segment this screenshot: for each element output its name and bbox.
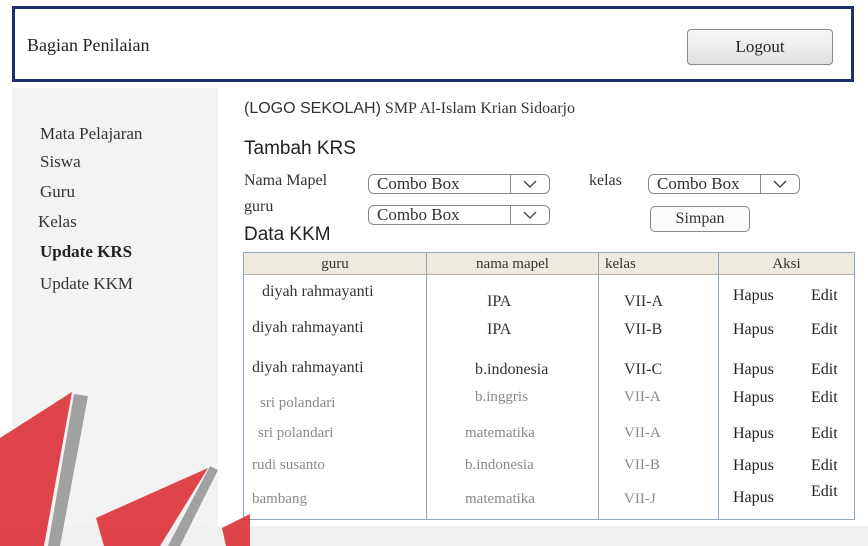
kelas-label: kelas <box>589 172 622 189</box>
table-cell-guru: diyah rahmayanti <box>252 359 364 376</box>
guru-label: guru <box>244 198 274 215</box>
sidebar-item-kelas[interactable]: Kelas <box>38 212 77 232</box>
chevron-down-icon <box>510 175 549 193</box>
data-table: guru diyah rahmayanti diyah rahmayanti d… <box>243 252 855 520</box>
table-cell-mapel: IPA <box>487 321 512 338</box>
sidebar-item-update-krs[interactable]: Update KRS <box>40 242 132 262</box>
table-cell-mapel: b.inggris <box>475 389 528 405</box>
table-cell-guru: bambang <box>252 491 307 507</box>
nama-mapel-value: Combo Box <box>377 174 460 193</box>
column-header-kelas: kelas <box>599 253 718 275</box>
column-guru: guru diyah rahmayanti diyah rahmayanti d… <box>244 253 426 519</box>
edit-button[interactable]: Edit <box>811 389 838 407</box>
table-cell-kelas: VII-A <box>624 425 661 441</box>
school-heading: (LOGO SEKOLAH) SMP Al-Islam Krian Sidoar… <box>244 100 575 118</box>
table-cell-mapel: b.indonesia <box>475 361 549 378</box>
column-kelas: kelas VII-A VII-B VII-C VII-A VII-A VII-… <box>598 253 718 519</box>
table-cell-guru: diyah rahmayanti <box>252 319 364 336</box>
edit-button[interactable]: Edit <box>811 361 838 379</box>
table-cell-kelas: VII-B <box>624 321 663 338</box>
table-cell-guru: diyah rahmayanti <box>262 283 374 300</box>
hapus-button[interactable]: Hapus <box>733 389 774 407</box>
header-bar: Bagian Penilaian Logout <box>12 6 854 82</box>
page-title: Bagian Penilaian <box>27 35 150 55</box>
chevron-down-icon <box>760 175 799 193</box>
sidebar-item-guru[interactable]: Guru <box>40 182 75 202</box>
column-header-aksi: Aksi <box>719 253 854 275</box>
school-name: SMP Al-Islam Krian Sidoarjo <box>384 100 575 117</box>
table-cell-mapel: matematika <box>465 491 535 507</box>
sidebar-item-mata-pelajaran[interactable]: Mata Pelajaran <box>40 124 142 144</box>
nama-mapel-label: Nama Mapel <box>244 172 328 189</box>
kelas-select[interactable]: Combo Box <box>648 174 800 194</box>
hapus-button[interactable]: Hapus <box>733 425 774 443</box>
table-cell-kelas: VII-J <box>624 491 656 507</box>
column-aksi: Aksi Hapus Edit Hapus Edit Hapus Edit Ha… <box>718 253 854 519</box>
edit-button[interactable]: Edit <box>811 287 838 305</box>
hapus-button[interactable]: Hapus <box>733 489 774 507</box>
sidebar-item-update-kkm[interactable]: Update KKM <box>40 274 133 294</box>
kelas-value: Combo Box <box>657 174 740 193</box>
table-title: Data KKM <box>244 224 331 245</box>
table-cell-kelas: VII-A <box>624 389 661 405</box>
simpan-button[interactable]: Simpan <box>650 206 750 232</box>
hapus-button[interactable]: Hapus <box>733 361 774 379</box>
table-cell-mapel: IPA <box>487 293 512 310</box>
table-cell-mapel: b.indonesia <box>465 457 534 473</box>
sidebar-item-siswa[interactable]: Siswa <box>40 152 81 172</box>
table-cell-guru: sri polandari <box>260 395 336 411</box>
table-cell-kelas: VII-B <box>624 457 660 473</box>
table-cell-mapel: matematika <box>465 425 535 441</box>
watermark-logo <box>0 392 250 546</box>
edit-button[interactable]: Edit <box>811 425 838 443</box>
guru-select[interactable]: Combo Box <box>368 205 550 225</box>
logout-button[interactable]: Logout <box>687 29 833 65</box>
school-logo-placeholder: (LOGO SEKOLAH) <box>244 100 381 117</box>
chevron-down-icon <box>510 206 549 224</box>
guru-value: Combo Box <box>377 205 460 224</box>
hapus-button[interactable]: Hapus <box>733 287 774 305</box>
main-panel: (LOGO SEKOLAH) SMP Al-Islam Krian Sidoar… <box>218 88 858 526</box>
watermark-red-shape <box>222 514 250 546</box>
edit-button[interactable]: Edit <box>811 457 838 475</box>
edit-button[interactable]: Edit <box>811 483 838 501</box>
hapus-button[interactable]: Hapus <box>733 457 774 475</box>
column-header-guru: guru <box>244 253 426 275</box>
edit-button[interactable]: Edit <box>811 321 838 339</box>
column-nama-mapel: nama mapel IPA IPA b.indonesia b.inggris… <box>426 253 598 519</box>
nama-mapel-select[interactable]: Combo Box <box>368 174 550 194</box>
table-cell-guru: sri polandari <box>258 425 334 441</box>
table-cell-kelas: VII-A <box>624 293 664 310</box>
table-cell-kelas: VII-C <box>624 361 663 378</box>
form-title: Tambah KRS <box>244 138 356 159</box>
table-cell-guru: rudi susanto <box>252 457 325 473</box>
hapus-button[interactable]: Hapus <box>733 321 774 339</box>
column-header-nama-mapel: nama mapel <box>427 253 598 275</box>
